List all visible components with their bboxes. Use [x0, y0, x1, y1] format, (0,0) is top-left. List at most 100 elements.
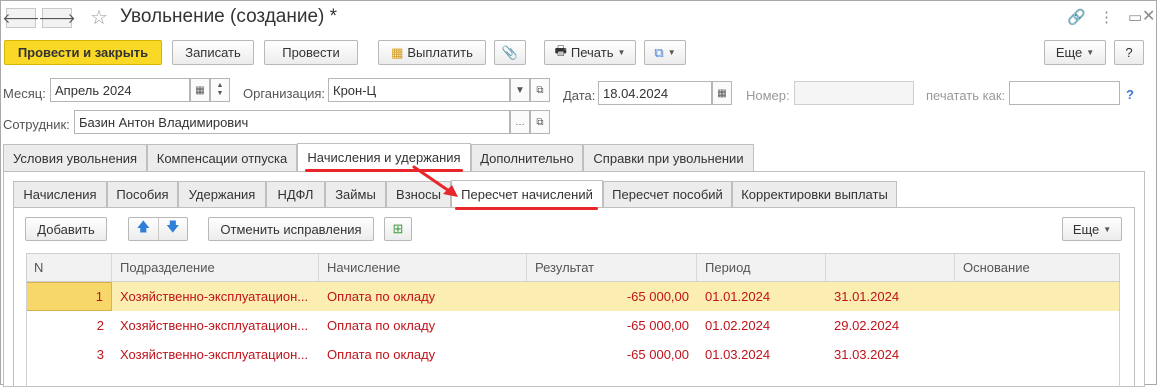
open-link-icon[interactable]: ⧉ [530, 110, 550, 134]
help-button[interactable]: ? [1114, 40, 1144, 65]
post-and-close-button[interactable]: Провести и закрыть [4, 40, 162, 65]
favorite-star-icon[interactable]: ☆ [90, 5, 108, 30]
pay-label: Выплатить [407, 45, 473, 60]
add-button[interactable]: Добавить [25, 217, 107, 241]
employee-label: Сотрудник: [3, 117, 70, 132]
cell-division: Хозяйственно-эксплуатацион... [120, 318, 309, 333]
col-header-n[interactable]: N [26, 253, 112, 282]
chevron-down-icon: ▼ [1103, 224, 1112, 234]
calendar-icon[interactable]: ▦ [712, 81, 732, 105]
print-button[interactable]: 🖶 Печать ▼ [544, 40, 636, 65]
cell-basis [955, 311, 1120, 340]
print-as-field[interactable] [1009, 81, 1120, 105]
back-button[interactable]: 🡐 [2, 8, 40, 28]
arrow-left-icon: 🡐 [2, 9, 40, 26]
open-link-icon[interactable]: ⧉ [530, 78, 550, 102]
chevron-down-icon: ▼ [1086, 48, 1095, 57]
chevron-down-icon: ▼ [667, 48, 676, 57]
cell-n: 1 [26, 282, 112, 311]
cell-division: Хозяйственно-эксплуатацион... [120, 347, 309, 362]
subtab-payment-adjustments[interactable]: Корректировки выплаты [732, 181, 897, 207]
cell-result: -65 000,00 [626, 318, 689, 333]
subtab-accruals[interactable]: Начисления [13, 181, 107, 207]
date-field[interactable]: 18.04.2024 [598, 81, 712, 105]
tab-dismissal-conditions[interactable]: Условия увольнения [3, 144, 147, 171]
save-button[interactable]: Записать [172, 40, 254, 65]
month-field[interactable]: Апрель 2024 [50, 78, 190, 102]
move-buttons: 🡅 🡇 [128, 217, 188, 241]
attach-button[interactable]: 📎 [494, 40, 526, 65]
pay-button[interactable]: ▦ Выплатить [378, 40, 486, 65]
calendar-icon[interactable]: ▦ [190, 78, 210, 102]
cell-result: -65 000,00 [626, 347, 689, 362]
print-as-help-link[interactable]: ? [1126, 87, 1134, 102]
cell-period-to: 29.02.2024 [834, 318, 900, 333]
cell-basis [955, 282, 1120, 311]
cell-n: 3 [96, 347, 104, 362]
chevron-up-icon: ▲ [216, 82, 224, 89]
col-header-result[interactable]: Результат [527, 253, 697, 282]
col-header-period[interactable]: Период [697, 253, 826, 282]
create-based-button[interactable]: ⧉ ▼ [644, 40, 686, 65]
cell-period-from: 01.02.2024 [705, 318, 771, 333]
employee-field[interactable]: Базин Антон Владимирович [74, 110, 510, 134]
more-button[interactable]: Еще ▼ [1044, 40, 1106, 65]
chevron-down-icon: ▼ [216, 90, 224, 97]
forward-button[interactable]: 🡒 [38, 8, 76, 28]
col-header-division[interactable]: Подразделение [112, 253, 319, 282]
create-based-icon: ⧉ [654, 44, 664, 60]
table-more-button[interactable]: Еще ▼ [1062, 217, 1122, 241]
move-down-icon[interactable]: 🡇 [159, 218, 188, 240]
table-more-label: Еще [1072, 221, 1100, 237]
date-label: Дата: [563, 88, 596, 103]
subtab-accrual-recalc[interactable]: Пересчет начислений [451, 180, 603, 207]
month-label: Месяц: [3, 86, 46, 101]
move-up-icon[interactable]: 🡅 [129, 218, 159, 240]
subtab-deductions[interactable]: Удержания [178, 181, 266, 207]
subtab-benefits[interactable]: Пособия [107, 181, 178, 207]
number-field [794, 81, 914, 105]
table-row[interactable]: 2 Хозяйственно-эксплуатацион... Оплата п… [26, 311, 1120, 340]
paperclip-icon: 📎 [501, 44, 519, 60]
organization-field[interactable]: Крон-Ц [328, 78, 510, 102]
table-add-icon: ⊞ [392, 221, 404, 236]
tab-additional[interactable]: Дополнительно [471, 144, 583, 171]
menu-dots-icon[interactable]: ⋮ [1099, 8, 1114, 26]
select-button[interactable]: … [510, 110, 530, 134]
link-icon[interactable]: 🔗 [1067, 8, 1086, 26]
chevron-down-icon: ▼ [617, 48, 626, 57]
subtab-ndfl[interactable]: НДФЛ [266, 181, 325, 207]
cell-basis [955, 340, 1120, 369]
cancel-fixes-button[interactable]: Отменить исправления [208, 217, 374, 241]
pay-icon: ▦ [391, 44, 404, 60]
number-label: Номер: [746, 88, 790, 103]
more-label: Еще [1055, 45, 1083, 60]
cell-period-from: 01.01.2024 [705, 289, 771, 304]
cell-period-to: 31.03.2024 [834, 347, 900, 362]
col-header-basis[interactable]: Основание [955, 253, 1120, 282]
cell-result: -65 000,00 [626, 289, 689, 304]
annotation-underline [455, 207, 598, 210]
col-header-accrual[interactable]: Начисление [319, 253, 527, 282]
cell-accrual: Оплата по окладу [327, 289, 436, 304]
cell-period-from: 01.03.2024 [705, 347, 771, 362]
month-spin-button[interactable]: ▲ ▼ [210, 78, 230, 102]
subtab-loans[interactable]: Займы [325, 181, 386, 207]
close-icon[interactable]: ✕ [1142, 6, 1155, 26]
cell-n: 2 [96, 318, 104, 333]
add-rows-button[interactable]: ⊞ [384, 217, 412, 241]
table-row[interactable]: 3 Хозяйственно-эксплуатацион... Оплата п… [26, 340, 1120, 369]
cell-accrual: Оплата по окладу [327, 347, 436, 362]
print-label: Печать [570, 45, 614, 60]
subtab-benefit-recalc[interactable]: Пересчет пособий [603, 181, 732, 207]
cell-division: Хозяйственно-эксплуатацион... [120, 289, 309, 304]
arrow-right-icon: 🡒 [38, 9, 76, 26]
print-as-label: печатать как: [926, 88, 1006, 103]
table-row[interactable]: 1 Хозяйственно-эксплуатацион... Оплата п… [26, 282, 1120, 311]
tab-dismissal-certificates[interactable]: Справки при увольнении [583, 144, 754, 171]
post-button[interactable]: Провести [264, 40, 358, 65]
col-header-period-end[interactable] [826, 253, 955, 282]
tab-vacation-compensation[interactable]: Компенсации отпуска [147, 144, 297, 171]
maximize-icon[interactable]: ▭ [1128, 8, 1142, 26]
dropdown-icon[interactable]: ▼ [510, 78, 530, 102]
